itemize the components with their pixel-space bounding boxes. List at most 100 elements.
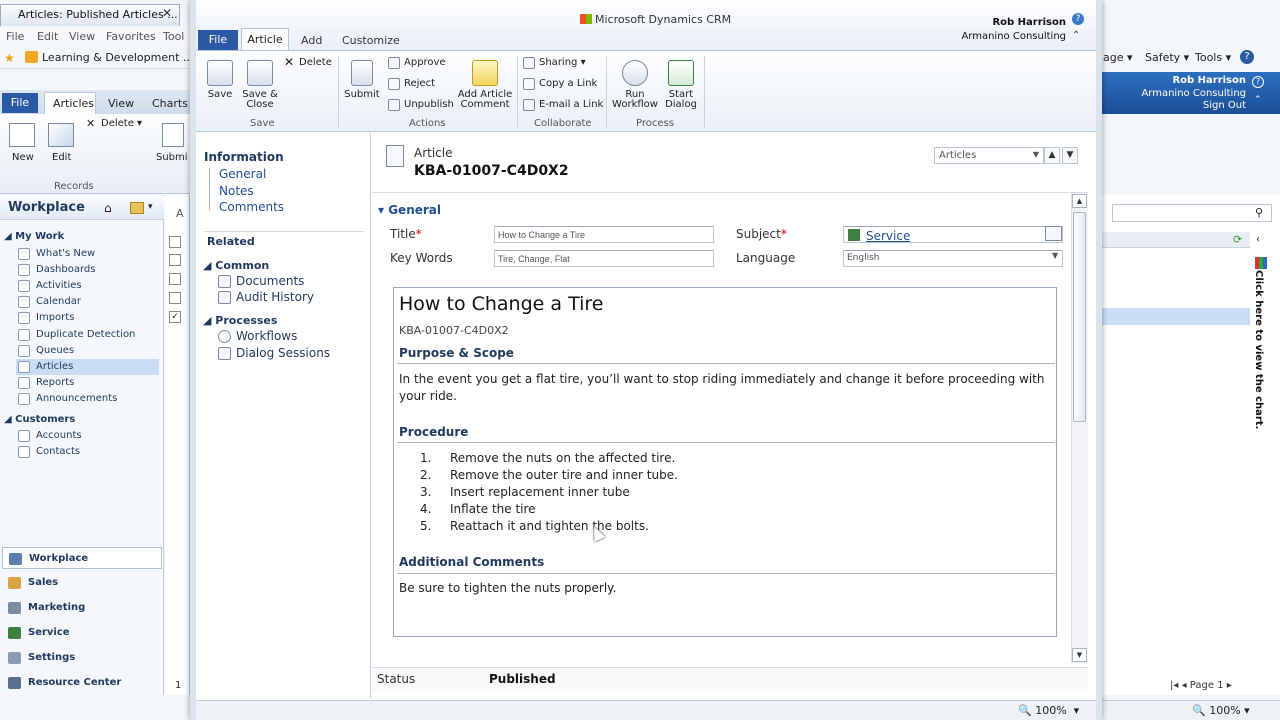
refresh-icon[interactable]: ⟳ xyxy=(1233,233,1242,246)
folder-icon[interactable] xyxy=(130,202,144,214)
bg-submit-button[interactable]: Submi xyxy=(156,152,188,163)
unpublish-button[interactable]: Unpublish xyxy=(388,99,454,111)
nav-item-queues[interactable]: Queues xyxy=(16,343,159,359)
subject-lookup-field[interactable]: Service xyxy=(843,226,1063,243)
collapse-ribbon-icon[interactable]: ⌃ xyxy=(1072,30,1080,41)
wunderbar-resource-center[interactable]: Resource Center xyxy=(2,672,162,694)
menu-favorites[interactable]: Favorites xyxy=(106,30,156,43)
user-name[interactable]: Rob Harrison xyxy=(900,17,1066,28)
nav-item-reports[interactable]: Reports xyxy=(16,375,159,391)
nav-item-duplicate-detection[interactable]: Duplicate Detection xyxy=(16,327,159,343)
bg-delete-button[interactable]: Delete ▾ xyxy=(101,118,142,129)
tab-file[interactable]: File xyxy=(198,30,238,50)
help-icon[interactable]: ? xyxy=(1072,13,1084,25)
email-link-button[interactable]: E-mail a Link xyxy=(523,99,603,111)
bg-selected-row[interactable] xyxy=(1100,308,1250,325)
menu-edit[interactable]: Edit xyxy=(37,30,58,43)
tab-article[interactable]: Article xyxy=(241,28,289,52)
bg-search-input[interactable] xyxy=(1112,204,1272,222)
language-select[interactable]: English xyxy=(843,250,1063,267)
nav-item-whats-new[interactable]: What's New xyxy=(16,246,159,262)
nav-group-processes[interactable]: ◢ Processes xyxy=(203,314,277,327)
nav-item-contacts[interactable]: Contacts xyxy=(16,444,159,460)
bg-tab-articles[interactable]: Articles xyxy=(53,97,94,110)
bg-tab-charts[interactable]: Charts xyxy=(152,97,188,110)
row-checkbox[interactable] xyxy=(169,273,181,285)
nav-group-customers[interactable]: ◢ Customers xyxy=(4,414,75,425)
nav-item-dashboards[interactable]: Dashboards xyxy=(16,262,159,278)
view-chart-hint[interactable]: Click here to view the chart. xyxy=(1253,270,1264,429)
wunderbar-workplace[interactable]: Workplace xyxy=(2,547,162,569)
row-checkbox[interactable] xyxy=(169,254,181,266)
chevron-down-icon[interactable]: ▾ xyxy=(148,202,153,212)
menu-view[interactable]: View xyxy=(69,30,95,43)
keywords-input[interactable] xyxy=(494,250,714,267)
subject-lookup-link[interactable]: Service xyxy=(866,229,910,243)
title-input[interactable] xyxy=(494,226,714,243)
menu-file[interactable]: File xyxy=(6,30,24,43)
nav-item-imports[interactable]: Imports xyxy=(16,310,159,326)
submit-button[interactable]: Submit xyxy=(344,60,380,100)
reject-button[interactable]: Reject xyxy=(388,78,435,90)
row-checkbox[interactable] xyxy=(169,292,181,304)
wunderbar-service[interactable]: Service xyxy=(2,622,162,644)
zoom-level[interactable]: 🔍 100% ▾ xyxy=(1018,704,1079,717)
nav-item-accounts[interactable]: Accounts xyxy=(16,428,159,444)
bg-help-icon[interactable]: ? xyxy=(1252,76,1264,88)
sharing-button[interactable]: Sharing ▾ xyxy=(523,57,586,69)
delete-button[interactable]: ✕ Delete xyxy=(284,56,332,69)
home-icon[interactable]: ⌂ xyxy=(104,201,112,215)
scrollbar-thumb[interactable] xyxy=(1073,212,1086,422)
save-button[interactable]: Save xyxy=(205,60,235,100)
bg-edit-button[interactable]: Edit xyxy=(52,152,71,163)
nav-link-documents[interactable]: Documents xyxy=(218,274,304,288)
chevron-left-icon[interactable]: ‹ xyxy=(1256,234,1260,245)
chart-icon[interactable] xyxy=(1255,257,1267,269)
bg-new-button[interactable]: New xyxy=(12,152,34,163)
previous-record-arrow-icon[interactable]: ▲ xyxy=(1044,147,1060,164)
row-checkbox[interactable] xyxy=(169,236,181,248)
page-menu[interactable]: age ▾ xyxy=(1103,51,1133,64)
favorites-star-icon[interactable]: ★ xyxy=(4,51,15,65)
nav-item-articles[interactable]: Articles xyxy=(16,359,159,375)
add-article-comment-button[interactable]: Add Article Comment xyxy=(457,60,513,110)
tab-customize[interactable]: Customize xyxy=(342,34,400,47)
form-selector[interactable]: Articles ▼ xyxy=(934,147,1044,164)
bg-user-name[interactable]: Rob Harrison xyxy=(1100,75,1246,86)
start-dialog-button[interactable]: Start Dialog xyxy=(662,60,700,110)
copy-link-button[interactable]: Copy a Link xyxy=(523,78,597,90)
nav-item-activities[interactable]: Activities xyxy=(16,278,159,294)
wunderbar-settings[interactable]: Settings xyxy=(2,647,162,669)
bg-sign-out-link[interactable]: Sign Out xyxy=(1100,100,1246,111)
bg-tab-file[interactable]: File xyxy=(2,93,38,113)
scroll-up-arrow-icon[interactable]: ▲ xyxy=(1072,194,1087,208)
search-icon[interactable]: ⚲ xyxy=(1255,206,1263,219)
tab-add[interactable]: Add xyxy=(301,34,322,47)
bg-collapse-icon[interactable]: ⌃ xyxy=(1254,95,1262,105)
nav-link-audit-history[interactable]: Audit History xyxy=(218,290,314,304)
bg-zoom-level[interactable]: 🔍 100% ▾ xyxy=(1192,704,1250,717)
bg-pager[interactable]: |◂ ◂ Page 1 ▸ xyxy=(1170,680,1232,691)
wunderbar-sales[interactable]: Sales xyxy=(2,572,162,594)
wunderbar-marketing[interactable]: Marketing xyxy=(2,597,162,619)
nav-link-notes[interactable]: Notes xyxy=(219,184,254,198)
bg-tab-view[interactable]: View xyxy=(108,97,134,110)
nav-group-common[interactable]: ◢ Common xyxy=(203,259,269,272)
close-icon[interactable]: ✕ xyxy=(162,6,172,20)
nav-group-my-work[interactable]: ◢ My Work xyxy=(4,231,64,242)
next-record-arrow-icon[interactable]: ▼ xyxy=(1062,147,1078,164)
nav-link-dialog-sessions[interactable]: Dialog Sessions xyxy=(218,346,330,360)
nav-link-workflows[interactable]: Workflows xyxy=(218,329,297,343)
scroll-down-arrow-icon[interactable]: ▼ xyxy=(1072,648,1087,662)
save-and-close-button[interactable]: Save & Close xyxy=(242,60,278,110)
row-checkbox-checked[interactable]: ✓ xyxy=(169,311,181,323)
nav-link-comments[interactable]: Comments xyxy=(219,200,284,214)
nav-item-calendar[interactable]: Calendar xyxy=(16,294,159,310)
approve-button[interactable]: Approve xyxy=(388,57,446,69)
nav-item-announcements[interactable]: Announcements xyxy=(16,391,159,407)
tools-menu[interactable]: Tools ▾ xyxy=(1195,51,1231,64)
lookup-search-icon[interactable] xyxy=(1045,226,1062,241)
help-icon[interactable]: ? xyxy=(1240,50,1254,64)
menu-tools[interactable]: Tool xyxy=(163,30,184,43)
nav-link-general[interactable]: General xyxy=(219,167,266,181)
